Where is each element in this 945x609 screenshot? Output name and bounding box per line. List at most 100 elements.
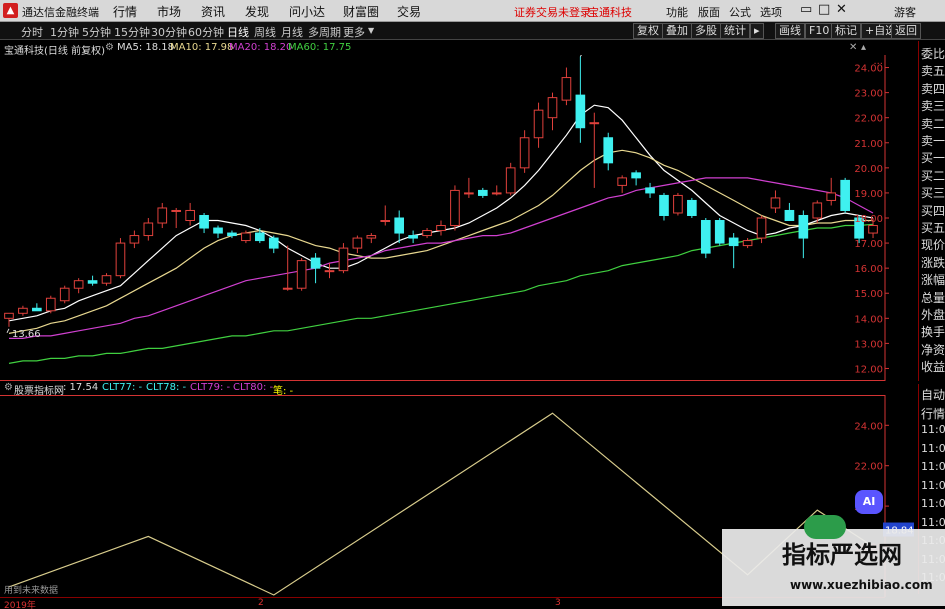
main-y-label: 18.00 <box>854 214 883 225</box>
ma20-label: MA20: 18.20 <box>229 42 293 53</box>
mark-button[interactable]: 标记 <box>831 23 861 39</box>
high-label: 24.44 <box>592 55 621 57</box>
candle-body <box>603 137 614 164</box>
ma5-label: MA5: 18.18 <box>117 42 175 53</box>
menu-wealth[interactable]: 财富圈 <box>343 3 379 20</box>
main-y-label: 17.00 <box>854 239 883 250</box>
candle-body <box>352 237 363 249</box>
stats-button[interactable]: 统计 <box>720 23 750 39</box>
candle-body <box>338 247 349 272</box>
period-tab-multi[interactable]: 多周期 <box>308 24 341 40</box>
candle-body <box>464 192 474 195</box>
quote-label: 卖二 <box>921 116 945 131</box>
main-chart-expand-icon[interactable]: ▴ <box>861 42 866 53</box>
period-tab-timeshare[interactable]: 分时 <box>21 24 43 40</box>
candle-body <box>477 189 488 196</box>
tick-label: 11:01 <box>921 441 945 455</box>
tick-label: 11:01 <box>921 478 945 492</box>
sub-y-label: 24.00 <box>854 421 883 432</box>
period-tab-15min[interactable]: 15分钟 <box>114 24 150 40</box>
candle-body <box>4 312 14 319</box>
period-tab-monthly[interactable]: 月线 <box>281 24 303 40</box>
candle-body <box>171 209 182 212</box>
candle-body <box>589 122 600 125</box>
draw-line-toggle-icon[interactable]: ▸ <box>750 23 764 39</box>
menu-quotes[interactable]: 行情 <box>113 3 137 20</box>
restore-rights-button[interactable]: 复权 <box>633 23 663 39</box>
quote-panel: 委比 卖五 卖四 卖三 卖二 卖一 买一 买二 买三 买四 买五 现价 涨跌 涨幅 总量 外盘 换手 净资 收益 <box>918 41 945 381</box>
trade-login-link[interactable]: 证券交易未登录 <box>514 4 591 20</box>
candle-body <box>868 225 878 234</box>
minimize-icon[interactable]: ▭ <box>800 2 812 17</box>
f10-button[interactable]: F10 <box>805 23 834 39</box>
menu-discover[interactable]: 发现 <box>245 3 269 20</box>
tick-label: 11:01 <box>921 460 945 473</box>
period-tab-30min[interactable]: 30分钟 <box>151 24 187 40</box>
ma10-label: MA10: 17.98 <box>170 42 234 53</box>
main-y-label: 21.00 <box>854 139 883 150</box>
period-tab-more[interactable]: 更多 <box>343 24 365 40</box>
candle-body <box>561 77 572 101</box>
menu-ask[interactable]: 问小达 <box>289 3 325 20</box>
back-button[interactable]: 返回 <box>891 23 921 39</box>
main-y-label: 22.00 <box>854 114 883 125</box>
candle-body <box>575 94 586 129</box>
candlestick-chart[interactable]: 24.4413.66 24.0023.0022.0021.0020.0019.0… <box>0 55 918 381</box>
period-tab-daily[interactable]: 日线 <box>227 24 249 40</box>
sub-settings-icon[interactable]: ⚙ <box>4 382 13 393</box>
quote-label: 外盘 <box>921 308 945 322</box>
draw-line-button[interactable]: 画线 <box>775 23 805 39</box>
menu-options[interactable]: 选项 <box>760 4 782 20</box>
app-logo-icon: ▲ <box>3 3 18 18</box>
main-chart-header: 宝通科技(日线 前复权) ⚙ MA5: 18.18 MA10: 17.98 MA… <box>0 41 885 57</box>
candle-body <box>408 235 418 239</box>
quote-label: 卖四 <box>921 81 945 96</box>
high-marker <box>579 55 582 57</box>
low-label: 13.66 <box>12 329 41 340</box>
candle-body <box>812 202 823 219</box>
quote-label: 收益 <box>921 360 945 375</box>
clt77-label: CLT77: - <box>102 382 143 393</box>
menu-layout[interactable]: 版面 <box>698 4 720 20</box>
tick-label: 自动 <box>921 388 945 402</box>
tick-label: 11:02 <box>921 497 945 510</box>
main-chart-close-icon[interactable]: ✕ <box>849 42 857 53</box>
quote-label: 换手 <box>921 325 945 340</box>
candle-body <box>533 109 544 139</box>
candle-body <box>728 237 739 247</box>
quote-label: 买三 <box>921 186 945 201</box>
candle-body <box>700 220 711 254</box>
app-title: 通达信金融终端 <box>22 6 99 19</box>
ai-assistant-button[interactable]: AI <box>855 490 883 514</box>
quote-label: 买五 <box>921 221 945 235</box>
candle-body <box>742 240 753 247</box>
menu-formula[interactable]: 公式 <box>729 4 751 20</box>
stock-name-link[interactable]: 宝通科技 <box>588 4 632 20</box>
menu-trade[interactable]: 交易 <box>397 3 421 20</box>
period-tab-5min[interactable]: 5分钟 <box>82 24 111 40</box>
watermark-banner: 指标严选网 www.xuezhibiao.com <box>722 515 945 606</box>
period-toolbar: 分时 1分钟 5分钟 15分钟 30分钟 60分钟 日线 周线 月线 多周期 更… <box>0 22 945 40</box>
candle-body <box>519 137 530 169</box>
overlay-button[interactable]: 叠加 <box>662 23 692 39</box>
future-data-note: 用到未来数据 <box>4 586 59 596</box>
menu-bar: ▲ 通达信金融终端 行情 市场 资讯 发现 问小达 财富圈 交易 证券交易未登录… <box>0 0 945 22</box>
candle-body <box>840 179 850 211</box>
quote-label: 净资 <box>921 342 945 357</box>
guest-button[interactable]: 游客 <box>894 4 916 20</box>
more-dropdown-icon[interactable]: ▼ <box>368 26 374 35</box>
candle-body <box>213 227 223 234</box>
multi-stock-button[interactable]: 多股 <box>691 23 721 39</box>
clt80-label: CLT80: - <box>233 382 274 393</box>
period-tab-60min[interactable]: 60分钟 <box>188 24 224 40</box>
menu-news[interactable]: 资讯 <box>201 3 225 20</box>
period-tab-weekly[interactable]: 周线 <box>254 24 276 40</box>
maximize-icon[interactable]: □ <box>818 2 830 17</box>
candle-body <box>32 307 42 312</box>
menu-market[interactable]: 市场 <box>157 3 181 20</box>
close-icon[interactable]: ✕ <box>836 2 847 17</box>
menu-function[interactable]: 功能 <box>666 4 688 20</box>
period-tab-1min[interactable]: 1分钟 <box>50 24 79 40</box>
settings-gear-icon[interactable]: ⚙ <box>105 42 114 53</box>
quote-label: 现价 <box>921 238 945 253</box>
